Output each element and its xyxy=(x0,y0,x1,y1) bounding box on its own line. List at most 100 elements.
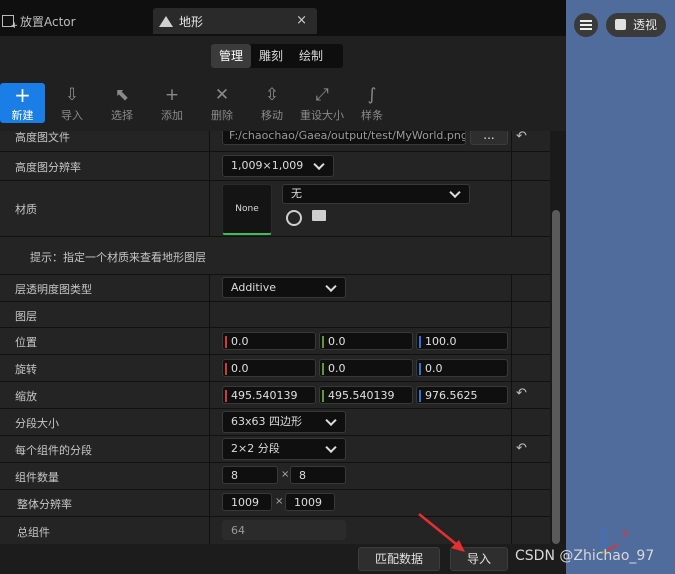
row-rotation: 旋转 0.0 0.0 0.0 xyxy=(0,355,550,382)
overall-res-y-input[interactable]: 1009 xyxy=(285,493,335,511)
heightmap-file-label: 高度图文件 xyxy=(15,131,70,144)
section-size-select[interactable]: 63x63 四边形 xyxy=(222,411,346,433)
tool-delete-button[interactable]: ✕ 删除 xyxy=(200,83,244,127)
section-size-label: 分段大小 xyxy=(15,417,59,430)
rotation-y-input[interactable]: 0.0 xyxy=(319,359,413,377)
tab-place-actor-label: 放置Actor xyxy=(20,14,76,29)
scale-z-input[interactable]: 976.5625 xyxy=(416,386,508,404)
heightmap-file-input[interactable]: F:/chaochao/Gaea/output/test/MyWorld.png xyxy=(222,131,466,145)
comp-count-y-input[interactable]: 8 xyxy=(290,466,346,484)
sections-per-comp-select[interactable]: 2×2 分段 xyxy=(222,438,346,460)
resize-icon: ⤢ xyxy=(315,85,329,105)
location-y-input[interactable]: 0.0 xyxy=(319,332,413,350)
red-arrow-annotation xyxy=(418,513,465,552)
scrollbar-thumb[interactable] xyxy=(552,210,560,544)
heightmap-res-select[interactable]: 1,009×1,009 xyxy=(222,155,334,177)
delete-icon: ✕ xyxy=(214,85,230,105)
mode-switcher: 管理 雕刻 绘制 xyxy=(211,44,343,68)
scale-x-input[interactable]: 495.540139 xyxy=(222,386,316,404)
rotation-z-input[interactable]: 0.0 xyxy=(416,359,508,377)
mode-paint[interactable]: 绘制 xyxy=(291,44,331,68)
scale-y-input[interactable]: 495.540139 xyxy=(319,386,413,404)
overall-res-label: 整体分辨率 xyxy=(17,498,72,511)
tool-select-button[interactable]: ⬉ 选择 xyxy=(100,83,144,127)
tab-landscape-label: 地形 xyxy=(179,14,204,29)
row-sections-per-component: 每个组件的分段 2×2 分段 ↶ xyxy=(0,436,550,463)
chevron-down-icon xyxy=(325,441,337,454)
sections-per-comp-label: 每个组件的分段 xyxy=(15,444,92,457)
tab-place-actor[interactable]: + 放置Actor xyxy=(0,8,152,34)
row-section-size: 分段大小 63x63 四边形 xyxy=(0,409,550,436)
axis-x-label: X xyxy=(622,529,629,540)
tool-spline-button[interactable]: ∫ 样条 xyxy=(350,83,394,127)
viewport[interactable] xyxy=(566,0,675,574)
total-comp-value: 64 xyxy=(222,520,346,540)
layers-label: 图层 xyxy=(15,310,37,323)
material-label: 材质 xyxy=(15,203,37,216)
times-sign: × xyxy=(281,469,290,480)
select-icon: ⬉ xyxy=(114,85,130,105)
row-heightmap-resolution: 高度图分辨率 1,009×1,009 xyxy=(0,152,550,181)
location-x-input[interactable]: 0.0 xyxy=(222,332,316,350)
comp-count-x-input[interactable]: 8 xyxy=(222,466,278,484)
mode-sculpt[interactable]: 雕刻 xyxy=(251,44,291,68)
hamburger-icon xyxy=(580,20,592,22)
total-comp-label: 总组件 xyxy=(17,526,50,539)
tool-move-button[interactable]: ⇳ 移动 xyxy=(250,83,294,127)
perspective-button[interactable]: 透视 xyxy=(606,13,666,37)
tool-new-button[interactable]: + 新建 xyxy=(0,83,45,123)
hint-text: 提示：指定一个材质来查看地形图层 xyxy=(30,251,206,264)
layer-blend-label: 层透明度图类型 xyxy=(15,283,92,296)
details-panel: 高度图文件 F:/chaochao/Gaea/output/test/MyWor… xyxy=(0,131,550,574)
overall-res-x-input[interactable]: 1009 xyxy=(222,493,272,511)
tool-import-label: 导入 xyxy=(61,109,83,122)
tool-spline-label: 样条 xyxy=(361,109,383,122)
row-material: 材质 None 无 xyxy=(0,181,550,237)
chevron-down-icon xyxy=(325,414,337,427)
row-heightmap-file: 高度图文件 F:/chaochao/Gaea/output/test/MyWor… xyxy=(0,131,550,152)
layer-blend-value: Additive xyxy=(231,281,276,294)
close-tab-button[interactable]: × xyxy=(296,13,307,28)
tool-add-label: 添加 xyxy=(161,109,183,122)
material-select[interactable]: 无 xyxy=(282,184,470,204)
times-sign: × xyxy=(275,496,284,507)
tool-delete-label: 删除 xyxy=(211,109,233,122)
row-location: 位置 0.0 0.0 100.0 xyxy=(0,328,550,355)
tab-landscape[interactable]: 地形 × xyxy=(153,8,317,34)
tool-import-button[interactable]: ⇩ 导入 xyxy=(50,83,94,127)
reset-arrow-icon[interactable]: ↶ xyxy=(516,441,527,456)
tool-resize-button[interactable]: ⤢ 重设大小 xyxy=(298,83,346,127)
chevron-down-icon xyxy=(325,280,337,292)
comp-count-label: 组件数量 xyxy=(15,471,59,484)
spline-icon: ∫ xyxy=(367,85,377,105)
material-thumbnail[interactable]: None xyxy=(222,184,272,235)
tool-add-button[interactable]: + 添加 xyxy=(150,83,194,127)
move-icon: ⇳ xyxy=(264,85,280,105)
place-actor-icon: + xyxy=(2,15,18,31)
sections-per-comp-value: 2×2 分段 xyxy=(231,442,280,455)
section-size-value: 63x63 四边形 xyxy=(231,415,303,428)
tool-move-label: 移动 xyxy=(261,109,283,122)
layer-blend-select[interactable]: Additive xyxy=(222,277,346,298)
tool-select-label: 选择 xyxy=(111,109,133,122)
add-icon: + xyxy=(164,85,180,105)
rotation-x-input[interactable]: 0.0 xyxy=(222,359,316,377)
location-z-input[interactable]: 100.0 xyxy=(416,332,508,350)
material-thumb-label: None xyxy=(235,204,259,214)
location-label: 位置 xyxy=(15,336,37,349)
watermark: CSDN @Zhichao_97 xyxy=(515,548,655,564)
row-layers: 图层 xyxy=(0,302,550,328)
plus-icon: + xyxy=(14,83,31,107)
viewport-menu-button[interactable] xyxy=(574,13,598,37)
row-component-count: 组件数量 8 × 8 xyxy=(0,463,550,490)
reset-arrow-icon[interactable]: ↶ xyxy=(516,131,527,144)
rotation-label: 旋转 xyxy=(15,363,37,376)
browse-folder-icon[interactable] xyxy=(312,210,326,221)
use-selected-icon[interactable] xyxy=(286,210,302,226)
landscape-icon xyxy=(159,15,173,27)
mode-manage[interactable]: 管理 xyxy=(211,44,252,68)
scale-label: 缩放 xyxy=(15,390,37,403)
browse-button[interactable]: ... xyxy=(470,131,508,145)
reset-arrow-icon[interactable]: ↶ xyxy=(516,386,527,401)
chevron-down-icon xyxy=(449,186,461,199)
